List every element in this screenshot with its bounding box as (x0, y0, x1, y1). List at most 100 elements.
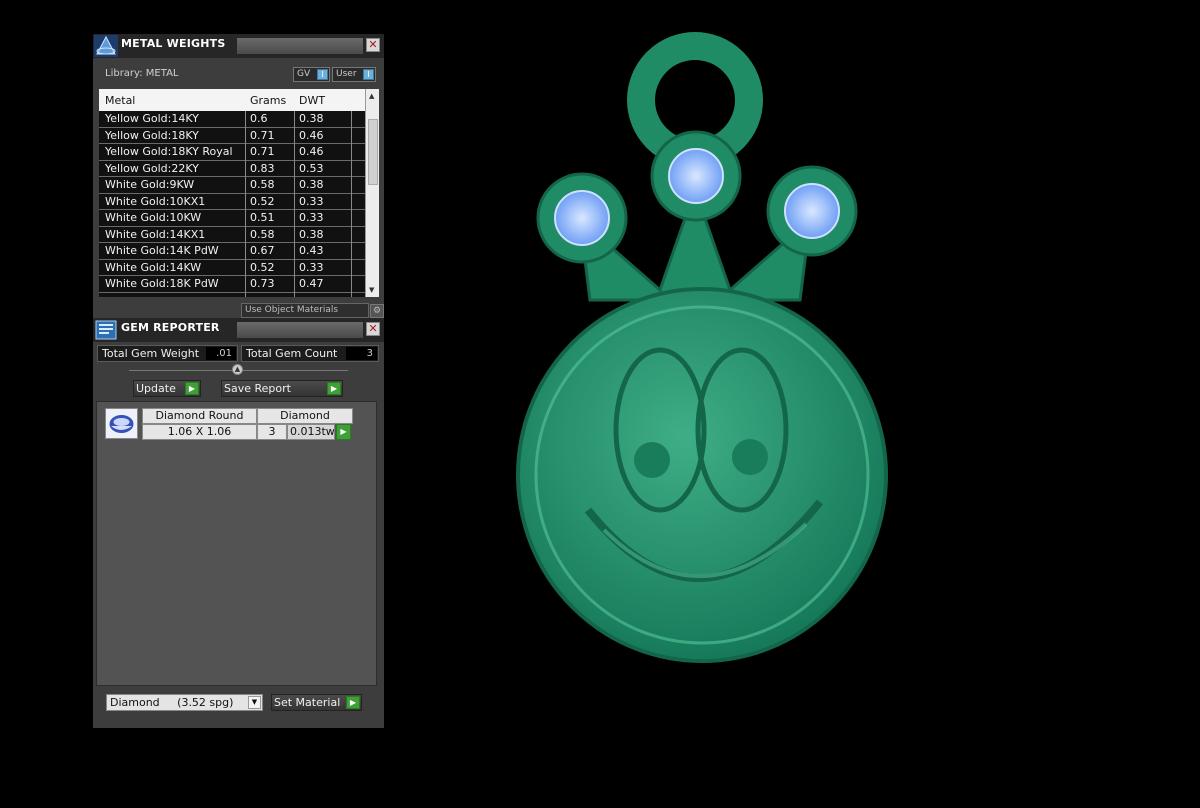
scroll-down-icon[interactable]: ▼ (369, 286, 374, 294)
grams-cell: 0.58 (250, 178, 275, 191)
close-icon[interactable]: ✕ (366, 38, 380, 52)
metal-name-cell: Yellow Gold:18KY Royal (105, 145, 233, 158)
dwt-cell: 0.33 (299, 211, 324, 224)
smiley-face (516, 287, 888, 663)
user-toggle[interactable]: User I (332, 67, 376, 82)
table-row[interactable]: White Gold:18K PdW 0.73 0.47 (99, 276, 365, 293)
3d-viewport[interactable] (500, 30, 920, 680)
gem-setting-right (766, 165, 858, 257)
table-row[interactable]: White Gold:14KW 0.52 0.33 (99, 259, 365, 276)
total-gem-weight-label: Total Gem Weight (102, 347, 200, 360)
column-header-grams[interactable]: Grams (250, 94, 286, 107)
gem-material: Diamond (257, 408, 353, 424)
metal-table-header: Metal Grams DWT (99, 89, 365, 111)
total-gem-weight-value: .01 (206, 347, 236, 360)
scroll-up-icon[interactable]: ▲ (369, 92, 374, 100)
metal-name-cell: White Gold:14K PdW (105, 244, 219, 257)
grams-cell: 0.6 (250, 112, 268, 125)
metal-name-cell: White Gold:10KW (105, 211, 202, 224)
gem-size: 1.06 X 1.06 (142, 424, 257, 440)
save-report-button-label: Save Report (224, 382, 291, 395)
dwt-cell: 0.38 (299, 178, 324, 191)
gem-weight: 0.013tw (287, 424, 335, 440)
gem-reporter-titlebar[interactable]: GEM REPORTER ✕ (93, 318, 384, 342)
column-header-dwt[interactable]: DWT (299, 94, 325, 107)
gem-report-icon (95, 320, 117, 340)
metal-name-cell: Yellow Gold:22KY (105, 161, 199, 175)
diamond-round-thumbnail-icon[interactable] (105, 408, 138, 439)
update-button[interactable]: Update ▶ (133, 380, 201, 397)
grams-cell: 0.71 (250, 145, 275, 158)
gear-icon[interactable]: ⚙ (370, 304, 384, 318)
save-report-button[interactable]: Save Report ▶ (221, 380, 343, 397)
metal-weights-panel: METAL WEIGHTS ✕ Library: METAL GV I User… (93, 34, 384, 319)
table-row[interactable]: White Gold:9KW 0.58 0.38 (99, 177, 365, 194)
metal-table-body: Yellow Gold:14KY 0.6 0.38 Yellow Gold:18KY 0… (99, 111, 365, 293)
table-row[interactable]: White Gold:14KX1 0.58 0.38 (99, 226, 365, 243)
total-gem-count-label: Total Gem Count (246, 347, 338, 360)
dwt-cell: 0.46 (299, 128, 324, 142)
material-bar: Diamond (3.52 spg) ▼ Set Material ▶ (96, 687, 377, 728)
metal-name-cell: White Gold:10KX1 (105, 194, 206, 208)
table-row[interactable]: Yellow Gold:22KY 0.83 0.53 (99, 160, 365, 177)
dwt-cell: 0.53 (299, 161, 324, 175)
gem-list: Diamond Round Diamond 1.06 X 1.06 3 0.01… (96, 401, 377, 686)
dwt-cell: 0.33 (299, 194, 324, 208)
scrollbar-thumb[interactable] (368, 119, 378, 185)
material-select[interactable]: Diamond (3.52 spg) ▼ (106, 694, 263, 711)
title-stripe (237, 322, 363, 338)
metal-table: Metal Grams DWT Yellow Gold:14KY 0.6 0.38 Y… (99, 89, 379, 297)
panel-title: GEM REPORTER (121, 321, 220, 334)
column-divider (351, 111, 352, 297)
use-object-materials-button[interactable]: Use Object Materials ⚙ (241, 303, 384, 318)
grams-cell: 0.67 (250, 244, 275, 257)
dwt-cell: 0.47 (299, 277, 324, 290)
total-gem-count-value: 3 (346, 347, 377, 360)
column-divider (245, 111, 246, 297)
grams-cell: 0.51 (250, 211, 275, 224)
use-object-materials-label: Use Object Materials (245, 305, 339, 315)
grams-cell: 0.58 (250, 227, 275, 241)
grams-cell: 0.73 (250, 277, 275, 290)
close-icon[interactable]: ✕ (366, 322, 380, 336)
total-gem-weight: Total Gem Weight .01 (97, 345, 238, 362)
material-select-value: Diamond (3.52 spg) (110, 696, 234, 709)
table-row[interactable]: White Gold:10KX1 0.52 0.33 (99, 193, 365, 210)
table-row[interactable]: Yellow Gold:18KY 0.71 0.46 (99, 127, 365, 144)
column-header-metal[interactable]: Metal (105, 94, 135, 107)
gem-detail-arrow-icon[interactable]: ▶ (336, 424, 351, 440)
grams-cell: 0.52 (250, 260, 275, 274)
dwt-cell: 0.33 (299, 260, 324, 274)
metal-weights-titlebar[interactable]: METAL WEIGHTS ✕ (93, 34, 384, 58)
set-material-button[interactable]: Set Material ▶ (271, 694, 362, 711)
gv-toggle-knob: I (317, 69, 328, 80)
gem-shape: Diamond Round (142, 408, 257, 424)
total-gem-count: Total Gem Count 3 (241, 345, 379, 362)
play-arrow-icon: ▶ (327, 382, 341, 395)
table-row[interactable]: Yellow Gold:14KY 0.6 0.38 (99, 111, 365, 128)
panel-title: METAL WEIGHTS (121, 37, 226, 50)
metal-name-cell: Yellow Gold:14KY (105, 112, 199, 125)
update-button-label: Update (136, 382, 176, 395)
dwt-cell: 0.46 (299, 145, 324, 158)
chevron-down-icon[interactable]: ▼ (248, 696, 261, 709)
table-row[interactable]: White Gold:14K PdW 0.67 0.43 (99, 243, 365, 260)
grams-cell: 0.71 (250, 128, 275, 142)
metal-table-scrollbar[interactable]: ▲ ▼ (365, 89, 379, 297)
metal-name-cell: Yellow Gold:18KY (105, 128, 199, 142)
gem-setting-top (650, 130, 742, 222)
table-row[interactable]: Yellow Gold:18KY Royal 0.71 0.46 (99, 144, 365, 161)
gv-toggle[interactable]: GV I (293, 67, 330, 82)
gem-reporter-panel: GEM REPORTER ✕ Total Gem Weight .01 Tota… (93, 318, 384, 728)
column-divider (294, 111, 295, 297)
play-arrow-icon: ▶ (185, 382, 199, 395)
splitter-handle-icon[interactable]: ▲ (232, 364, 243, 375)
table-row[interactable]: White Gold:10KW 0.51 0.33 (99, 210, 365, 227)
metal-name-cell: White Gold:9KW (105, 178, 195, 191)
set-material-button-label: Set Material (274, 696, 341, 709)
gem-count: 3 (257, 424, 287, 440)
dwt-cell: 0.38 (299, 227, 324, 241)
user-toggle-knob: I (363, 69, 374, 80)
metal-name-cell: White Gold:18K PdW (105, 277, 219, 290)
library-label: Library: METAL (105, 68, 179, 79)
